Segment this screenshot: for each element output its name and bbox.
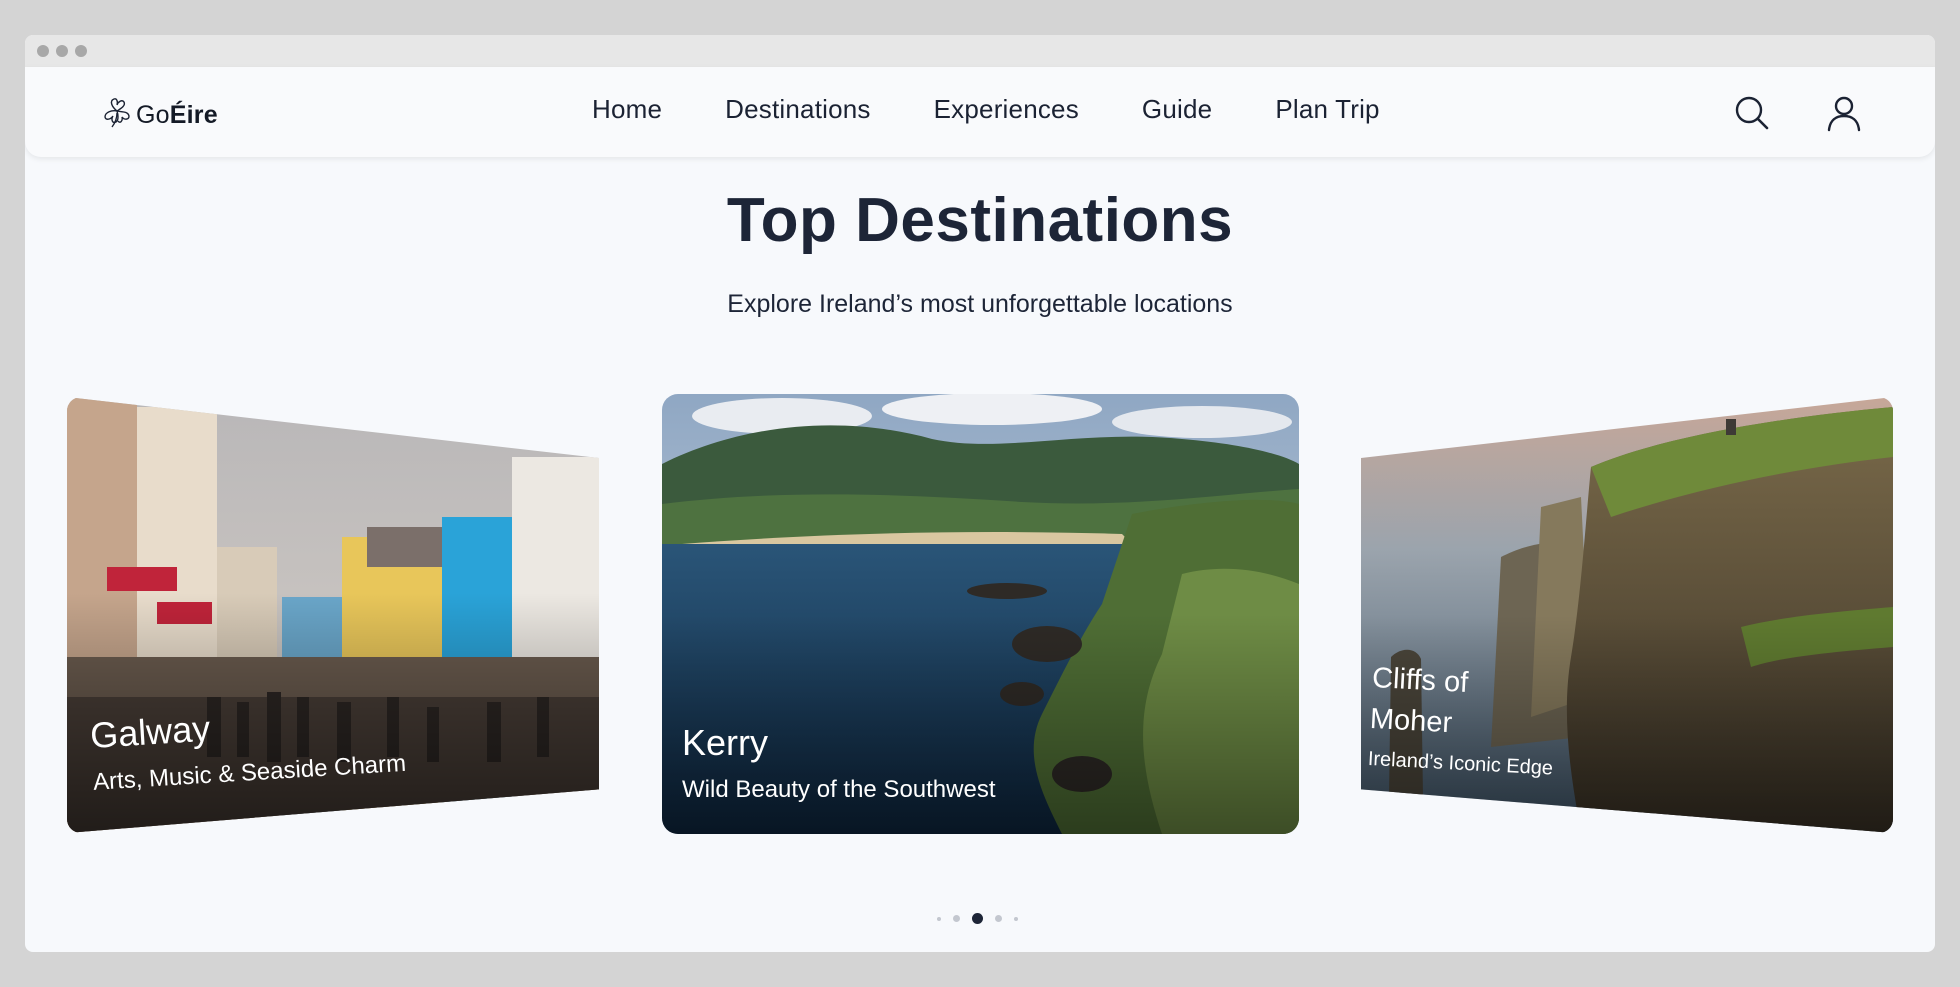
page-subtitle: Explore Ireland’s most unforgettable loc… — [727, 290, 1233, 318]
kerry-caption: Kerry Wild Beauty of the Southwest — [682, 722, 996, 804]
nav-plan-trip[interactable]: Plan Trip — [1275, 94, 1379, 125]
brand-suffix: Éire — [169, 101, 218, 129]
account-button[interactable] — [1824, 93, 1864, 133]
destination-card-galway[interactable]: Galway Arts, Music & Seaside Charm — [67, 397, 599, 833]
page-title: Top Destinations — [726, 186, 1234, 255]
page-dot-1[interactable] — [937, 916, 941, 921]
brand-name: GoÉire — [136, 101, 218, 130]
search-button[interactable] — [1732, 93, 1772, 133]
browser-window: GoÉire Home Destinations Experiences Gui… — [25, 35, 1935, 952]
brand-logo[interactable]: GoÉire — [102, 95, 218, 130]
shamrock-icon — [104, 97, 130, 127]
card-title-line-2: Moher — [1369, 702, 1453, 740]
nav-home[interactable]: Home — [592, 94, 662, 125]
destination-card-cliffs-of-moher[interactable]: Cliffs of Moher Ireland’s Iconic Edge — [1361, 397, 1893, 833]
nav-experiences[interactable]: Experiences — [934, 94, 1079, 125]
destination-card-kerry[interactable]: Kerry Wild Beauty of the Southwest — [662, 394, 1299, 834]
page-dot-4[interactable] — [995, 915, 1002, 922]
window-titlebar — [25, 35, 1935, 67]
search-icon — [1735, 96, 1769, 130]
card-title: Kerry — [682, 722, 769, 763]
minimize-dot[interactable] — [56, 45, 68, 57]
page-dot-2[interactable] — [953, 915, 960, 922]
top-navbar: GoÉire Home Destinations Experiences Gui… — [25, 67, 1935, 157]
main-nav: Home Destinations Experiences Guide Plan… — [592, 94, 1443, 125]
carousel-pagination — [937, 913, 1030, 924]
page-dot-5[interactable] — [1014, 916, 1018, 921]
user-icon — [1827, 96, 1861, 132]
cliffs-caption: Cliffs of Moher Ireland’s Iconic Edge — [1367, 662, 1558, 781]
nav-guide[interactable]: Guide — [1142, 94, 1212, 125]
nav-destinations[interactable]: Destinations — [725, 94, 870, 125]
brand-prefix: Go — [136, 101, 170, 129]
close-dot[interactable] — [37, 45, 49, 57]
maximize-dot[interactable] — [75, 45, 87, 57]
card-subtitle: Wild Beauty of the Southwest — [682, 776, 996, 803]
page-dot-3-active[interactable] — [972, 913, 983, 924]
